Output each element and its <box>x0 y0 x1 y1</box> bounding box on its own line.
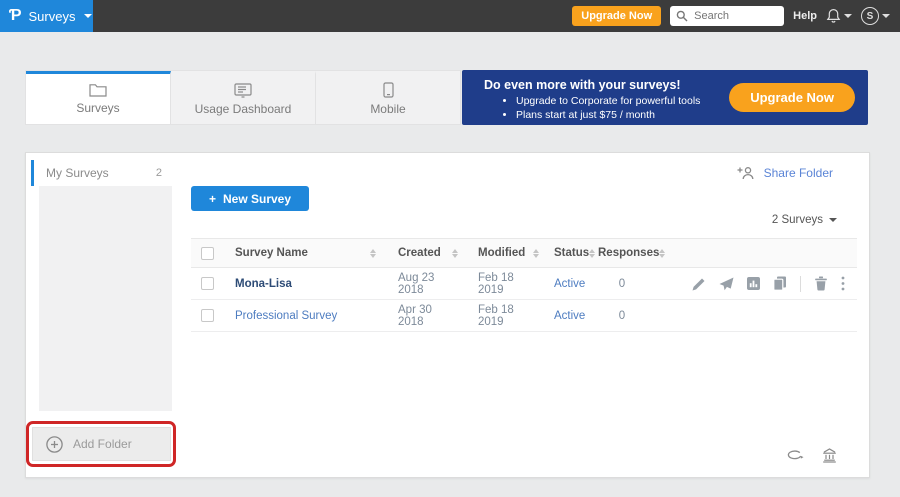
help-link[interactable]: Help <box>793 10 817 22</box>
column-header: Responses <box>598 247 659 259</box>
module-tabs: Surveys Usage Dashboard Mobile <box>25 70 461 125</box>
search-input[interactable] <box>692 9 776 23</box>
column-header: Status <box>554 247 589 259</box>
chevron-down-icon <box>844 14 852 18</box>
share-folder-label: Share Folder <box>764 166 833 180</box>
vertical-dots-icon[interactable] <box>841 276 845 291</box>
top-navigation-bar: Ƥ Surveys Upgrade Now Help S <box>0 0 900 32</box>
dashboard-icon <box>234 83 252 98</box>
survey-name-link[interactable]: Professional Survey <box>235 310 337 322</box>
folder-icon <box>89 83 107 97</box>
sort-icon[interactable] <box>589 249 596 258</box>
sort-icon[interactable] <box>659 249 666 258</box>
new-survey-button[interactable]: + New Survey <box>191 186 309 211</box>
recycle-bin-icon[interactable] <box>822 448 837 463</box>
share-person-icon <box>737 166 755 180</box>
chevron-down-icon <box>829 218 837 222</box>
plus-icon: + <box>209 192 216 206</box>
tab-mobile[interactable]: Mobile <box>316 71 460 124</box>
banner-bullet: Plans start at just $75 / month <box>516 108 700 122</box>
upgrade-now-button[interactable]: Upgrade Now <box>572 6 661 26</box>
modified-date: Feb 18 2019 <box>478 272 540 296</box>
trash-icon[interactable] <box>814 276 828 291</box>
column-header: Survey Name <box>235 247 308 259</box>
responses-count: 0 <box>598 278 646 290</box>
column-header: Modified <box>478 247 525 259</box>
app-menu[interactable]: Ƥ Surveys <box>0 0 93 32</box>
row-actions <box>646 276 857 292</box>
banner-bullet: Upgrade to Corporate for powerful tools <box>516 94 700 108</box>
search-icon <box>676 10 688 22</box>
responses-count: 0 <box>598 310 646 322</box>
surveys-table: Survey Name Created Modified Status Resp… <box>191 238 857 332</box>
folder-name: My Surveys <box>46 166 109 180</box>
created-date: Aug 23 2018 <box>398 272 459 296</box>
add-folder-button[interactable]: Add Folder <box>32 427 171 461</box>
banner-title: Do even more with your surveys! <box>484 78 681 92</box>
sort-icon[interactable] <box>370 249 377 258</box>
status-link[interactable]: Active <box>554 310 585 322</box>
tab-label: Mobile <box>370 102 405 116</box>
bell-icon <box>826 8 841 24</box>
pencil-icon[interactable] <box>692 277 706 291</box>
sidebar-item-my-surveys[interactable]: My Surveys 2 <box>31 160 172 186</box>
banner-bullets: Upgrade to Corporate for powerful tools … <box>504 94 700 122</box>
upgrade-banner: Do even more with your surveys! Upgrade … <box>462 70 868 125</box>
status-link[interactable]: Active <box>554 278 585 290</box>
column-header: Created <box>398 247 441 259</box>
new-survey-label: New Survey <box>223 192 291 206</box>
copy-icon[interactable] <box>773 276 787 291</box>
created-date: Apr 30 2018 <box>398 304 459 328</box>
tab-surveys[interactable]: Surveys <box>26 71 171 124</box>
folder-count-badge: 2 <box>156 167 162 179</box>
restore-icon[interactable] <box>787 450 804 462</box>
table-header-row: Survey Name Created Modified Status Resp… <box>191 238 857 268</box>
circle-plus-icon <box>46 436 63 453</box>
table-row: Mona-Lisa Aug 23 2018 Feb 18 2019 Active… <box>191 268 857 300</box>
tab-label: Surveys <box>76 101 119 115</box>
surveys-count-dropdown[interactable]: 2 Surveys <box>772 214 837 226</box>
app-menu-label: Surveys <box>29 9 76 24</box>
add-folder-label: Add Folder <box>73 437 132 451</box>
share-folder-link[interactable]: Share Folder <box>737 166 833 180</box>
tab-usage-dashboard[interactable]: Usage Dashboard <box>171 71 316 124</box>
account-menu[interactable]: S <box>861 7 890 25</box>
sort-icon[interactable] <box>533 249 540 258</box>
surveys-panel: My Surveys 2 Add Folder + New Survey Sha… <box>25 152 870 478</box>
actions-divider <box>800 276 801 292</box>
row-checkbox[interactable] <box>201 309 214 322</box>
search-box[interactable] <box>670 6 784 26</box>
notifications-menu[interactable] <box>826 8 852 24</box>
survey-name-link[interactable]: Mona-Lisa <box>235 278 292 290</box>
tab-label: Usage Dashboard <box>195 102 292 116</box>
select-all-checkbox[interactable] <box>201 247 214 260</box>
sort-icon[interactable] <box>452 249 459 258</box>
bar-chart-icon[interactable] <box>747 277 760 290</box>
brand-logo-icon: Ƥ <box>9 8 22 24</box>
chevron-down-icon <box>882 14 890 18</box>
avatar: S <box>861 7 879 25</box>
row-checkbox[interactable] <box>201 277 214 290</box>
banner-upgrade-button[interactable]: Upgrade Now <box>729 83 855 112</box>
table-row: Professional Survey Apr 30 2018 Feb 18 2… <box>191 300 857 332</box>
modified-date: Feb 18 2019 <box>478 304 540 328</box>
folder-list-area <box>39 186 172 411</box>
panel-footer-icons <box>787 448 837 463</box>
chevron-down-icon <box>84 14 92 18</box>
surveys-count-label: 2 Surveys <box>772 214 823 226</box>
topbar-actions: Upgrade Now Help S <box>572 0 890 32</box>
paper-plane-icon[interactable] <box>719 277 734 291</box>
mobile-icon <box>383 82 394 98</box>
